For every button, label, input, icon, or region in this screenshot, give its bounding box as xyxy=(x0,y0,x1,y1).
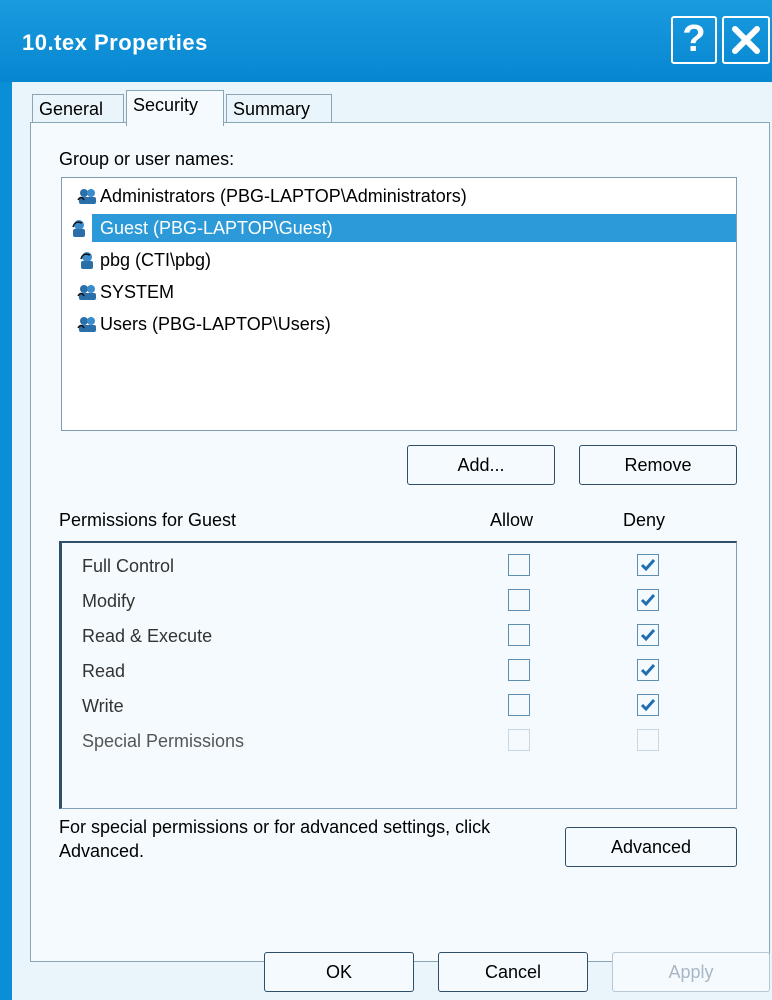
permission-name: Full Control xyxy=(82,556,175,576)
allow-checkbox[interactable] xyxy=(508,624,530,646)
user-list-item-label: Guest (PBG-LAPTOP\Guest) xyxy=(100,218,333,238)
tab-summary[interactable]: Summary xyxy=(226,94,332,124)
cancel-button[interactable]: Cancel xyxy=(438,952,588,992)
remove-button[interactable]: Remove xyxy=(579,445,737,485)
group-icon xyxy=(77,285,96,300)
user-list-item-administrators[interactable]: Administrators (PBG-LAPTOP\Administrator… xyxy=(68,182,738,210)
help-button[interactable]: ? xyxy=(671,16,717,64)
user-list-item-label: Users (PBG-LAPTOP\Users) xyxy=(100,314,331,334)
deny-checkbox[interactable] xyxy=(637,554,659,576)
checkmark-icon xyxy=(640,629,656,642)
apply-button: Apply xyxy=(612,952,770,992)
user-list-item-pbg[interactable]: pbg (CTI\pbg) xyxy=(68,246,738,274)
allow-checkbox[interactable] xyxy=(508,694,530,716)
ok-button[interactable]: OK xyxy=(264,952,414,992)
user-list-item-label: pbg (CTI\pbg) xyxy=(100,250,212,270)
tab-general[interactable]: General xyxy=(32,94,124,124)
user-list-item-label: Administrators (PBG-LAPTOP\Administrator… xyxy=(100,186,467,206)
permission-row-read: Read xyxy=(82,656,722,686)
checkmark-icon xyxy=(640,594,656,607)
group-icon xyxy=(77,317,96,332)
permission-row-modify: Modify xyxy=(82,586,722,616)
user-icon xyxy=(80,252,93,269)
permission-name: Read xyxy=(82,661,126,681)
user-list[interactable]: Administrators (PBG-LAPTOP\Administrator… xyxy=(61,177,737,431)
deny-checkbox[interactable] xyxy=(637,694,659,716)
advanced-help-text: For special permissions or for advanced … xyxy=(59,817,491,861)
user-list-item-system[interactable]: SYSTEM xyxy=(68,278,738,306)
group-or-user-names-label: Group or user names: xyxy=(59,149,235,169)
tab-security[interactable]: Security xyxy=(126,90,224,126)
user-list-item-label: SYSTEM xyxy=(100,282,175,302)
dialog-body: General Security Summary Group or user n… xyxy=(12,82,772,1000)
user-list-item-users[interactable]: Users (PBG-LAPTOP\Users) xyxy=(68,310,738,338)
user-icon xyxy=(72,220,85,237)
deny-checkbox[interactable] xyxy=(637,624,659,646)
permissions-list: Full Control Modify Read & Execute Read … xyxy=(59,541,737,809)
permission-row-special-permissions: Special Permissions xyxy=(82,726,722,756)
checkmark-icon xyxy=(640,559,656,572)
checkmark-icon xyxy=(640,664,656,677)
allow-checkbox[interactable] xyxy=(508,659,530,681)
permission-row-full-control: Full Control xyxy=(82,551,722,581)
window-title: 10.tex Properties xyxy=(22,30,208,55)
user-list-item-guest[interactable]: Guest (PBG-LAPTOP\Guest) xyxy=(72,214,736,242)
add-button[interactable]: Add... xyxy=(407,445,555,485)
allow-checkbox xyxy=(508,729,530,751)
permissions-for-label: Permissions for Guest xyxy=(59,510,237,530)
security-panel: Group or user names: Administrators (PBG… xyxy=(30,122,770,962)
checkmark-icon xyxy=(640,699,656,712)
close-icon xyxy=(732,26,760,54)
permission-name: Special Permissions xyxy=(82,731,245,751)
deny-checkbox[interactable] xyxy=(637,659,659,681)
permission-row-read-execute: Read & Execute xyxy=(82,621,722,651)
permission-name: Write xyxy=(82,696,124,716)
close-button[interactable] xyxy=(722,16,770,64)
advanced-button[interactable]: Advanced xyxy=(565,827,737,867)
properties-dialog: 10.tex Properties ? General Security Sum… xyxy=(0,0,772,1000)
permission-name: Modify xyxy=(82,591,136,611)
deny-column-header: Deny xyxy=(623,510,666,530)
allow-checkbox[interactable] xyxy=(508,554,530,576)
title-bar: 10.tex Properties ? xyxy=(0,0,772,82)
deny-checkbox xyxy=(637,729,659,751)
permission-row-write: Write xyxy=(82,691,722,721)
group-icon xyxy=(77,189,96,204)
allow-checkbox[interactable] xyxy=(508,589,530,611)
deny-checkbox[interactable] xyxy=(637,589,659,611)
allow-column-header: Allow xyxy=(490,510,534,530)
permission-name: Read & Execute xyxy=(82,626,213,646)
